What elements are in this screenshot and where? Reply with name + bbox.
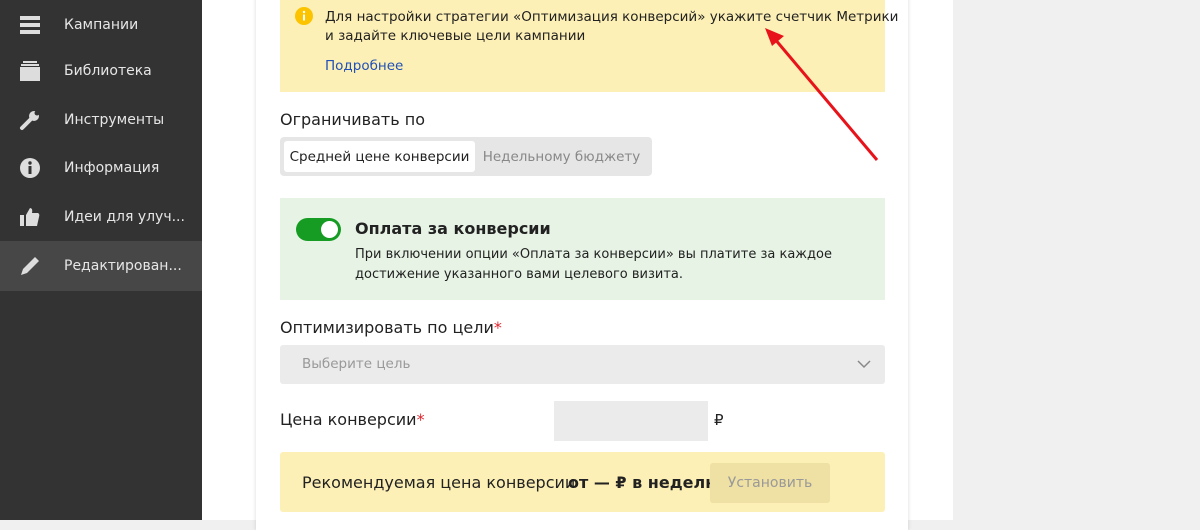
goal-select[interactable]: Выберите цель	[280, 345, 885, 384]
sidebar-item-label: Идеи для улуч...	[64, 209, 185, 225]
sidebar-item-label: Библиотека	[64, 63, 152, 79]
goal-label: Оптимизировать по цели*	[280, 318, 502, 337]
more-link[interactable]: Подробнее	[325, 57, 403, 76]
set-price-button[interactable]: Установить	[710, 463, 830, 503]
price-input[interactable]	[554, 401, 708, 441]
sidebar-item-label: Кампании	[64, 17, 139, 33]
limit-option-avg-price[interactable]: Средней цене конверсии	[284, 141, 475, 172]
sidebar-item-ideas[interactable]: Идеи для улуч...	[0, 192, 202, 242]
notice-text: Для настройки стратегии «Оптимизация кон…	[325, 9, 899, 44]
wrench-icon	[18, 108, 42, 132]
thumbs-up-icon	[18, 205, 42, 229]
sidebar-item-tools[interactable]: Инструменты	[0, 95, 202, 145]
library-icon	[18, 59, 42, 83]
goal-placeholder: Выберите цель	[302, 356, 411, 372]
sidebar-item-label: Информация	[64, 160, 160, 176]
pay-for-conversions-toggle[interactable]	[296, 218, 341, 241]
metrika-notice: Для настройки стратегии «Оптимизация кон…	[280, 0, 898, 92]
sidebar-item-library[interactable]: Библиотека	[0, 46, 202, 96]
currency-label: ₽	[714, 411, 724, 429]
limit-segmented-control: Средней цене конверсии Недельному бюджет…	[280, 137, 652, 176]
recommended-value: от — ₽ в неделю	[568, 473, 721, 492]
limit-label: Ограничивать по	[280, 110, 425, 129]
sidebar-item-label: Редактирован...	[64, 258, 182, 274]
pay-description: При включении опции «Оплата за конверсии…	[355, 247, 832, 282]
sidebar-item-label: Инструменты	[64, 112, 165, 128]
pay-title: Оплата за конверсии	[355, 219, 551, 238]
limit-option-weekly-budget[interactable]: Недельному бюджету	[475, 141, 648, 172]
sidebar-item-info[interactable]: Информация	[0, 143, 202, 193]
pencil-icon	[18, 254, 42, 278]
price-label: Цена конверсии*	[280, 410, 425, 429]
recommended-label: Рекомендуемая цена конверсии	[302, 473, 576, 492]
sidebar-item-editing[interactable]: Редактирован...	[0, 241, 202, 291]
sidebar: Кампании Библиотека Инструменты Информац…	[0, 0, 202, 520]
chevron-down-icon	[857, 360, 871, 369]
warning-icon	[295, 7, 313, 25]
info-icon	[18, 156, 42, 180]
sidebar-item-campaigns[interactable]: Кампании	[0, 0, 202, 50]
campaigns-icon	[18, 13, 42, 37]
